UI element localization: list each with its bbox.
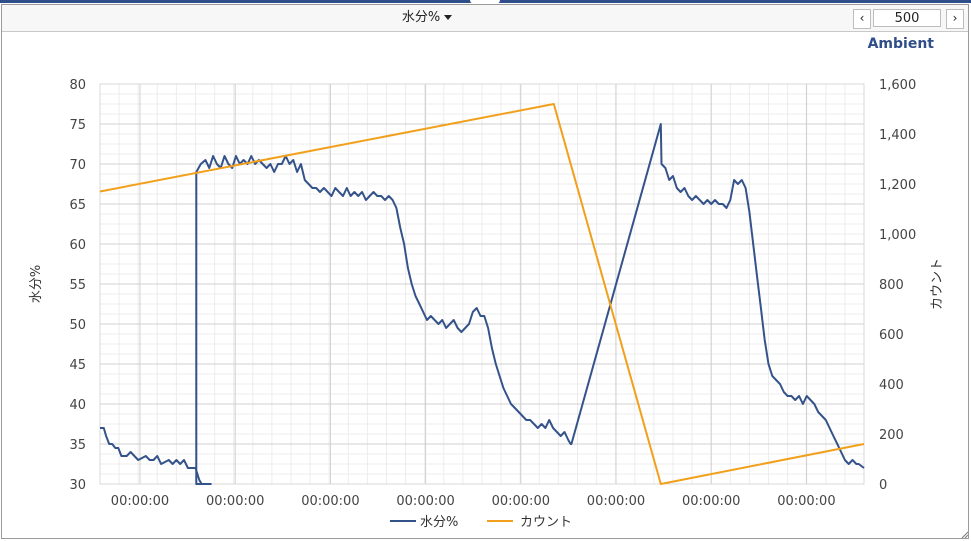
right-y-axis: 0 200 400 600 800 1,000 1,200 1,400 1,600 [879,78,916,493]
right-axis-tick-label: 600 [879,328,904,343]
left-axis-tick-label: 60 [69,238,86,253]
right-axis-title: カウント [930,258,945,310]
legend-label-count[interactable]: カウント [520,515,572,530]
x-axis-tick-label: 00:00:00 [111,494,169,509]
resize-grip-icon[interactable] [961,531,969,539]
left-axis-tick-label: 40 [69,398,86,413]
right-axis-tick-label: 1,200 [879,178,916,193]
left-axis-tick-label: 35 [69,438,86,453]
right-axis-tick-label: 1,000 [879,228,916,243]
legend-label-moisture[interactable]: 水分% [420,515,458,530]
x-axis-tick-label: 00:00:00 [206,494,264,509]
x-axis-tick-label: 00:00:00 [492,494,550,509]
right-axis-tick-label: 0 [879,478,887,493]
left-axis-tick-label: 55 [69,278,86,293]
right-axis-tick-label: 200 [879,428,904,443]
x-axis: 00:00:00 00:00:00 00:00:00 00:00:00 00:00:00… [111,494,836,509]
x-axis-tick-label: 00:00:00 [396,494,454,509]
left-axis-tick-label: 45 [69,358,86,373]
left-axis-tick-label: 65 [69,198,86,213]
left-y-axis: 30 35 40 45 50 55 60 65 70 75 80 [69,78,86,493]
right-axis-tick-label: 400 [879,378,904,393]
left-axis-tick-label: 50 [69,318,86,333]
x-axis-tick-label: 00:00:00 [301,494,359,509]
right-axis-tick-label: 1,400 [879,128,916,143]
right-axis-tick-label: 800 [879,278,904,293]
chart-grid [99,83,865,485]
x-axis-tick-label: 00:00:00 [777,494,835,509]
left-axis-tick-label: 80 [69,78,86,93]
right-axis-tick-label: 1,600 [879,78,916,93]
legend: 水分% カウント [390,515,572,530]
left-axis-tick-label: 75 [69,118,86,133]
left-axis-title: 水分% [29,265,44,303]
x-axis-tick-label: 00:00:00 [682,494,740,509]
left-axis-tick-label: 70 [69,158,86,173]
x-axis-tick-label: 00:00:00 [587,494,645,509]
line-chart: 30 35 40 45 50 55 60 65 70 75 80 0 200 400 600 800 1,00… [29,78,945,530]
left-axis-tick-label: 30 [69,478,86,493]
